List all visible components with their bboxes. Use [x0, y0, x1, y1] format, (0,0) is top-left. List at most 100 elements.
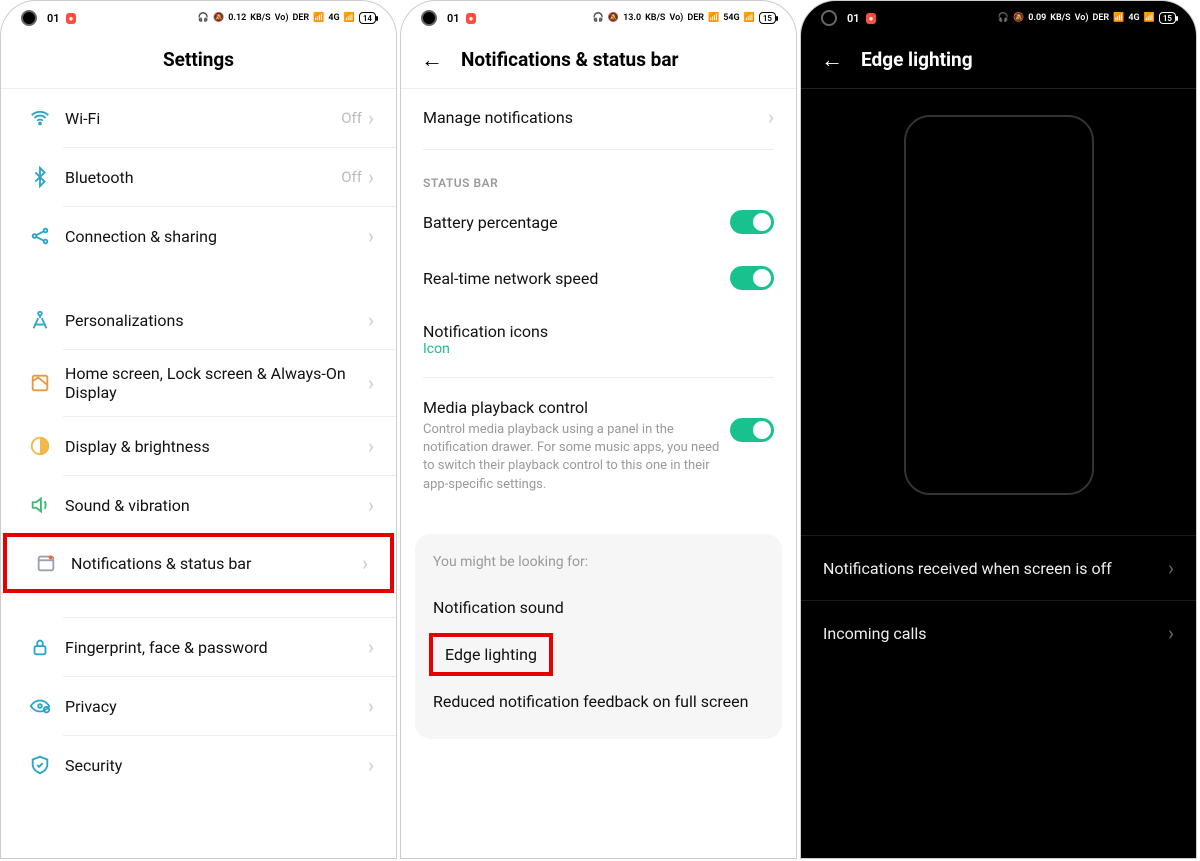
camera-hole-icon [21, 10, 37, 26]
volte1-icon: Vo) [275, 13, 289, 23]
chevron-right-icon: › [368, 753, 374, 777]
status-bar: 01 ● 🎧 🔕 0.12 KB/S Vo) DER 📶 4G 📶 14 [1, 1, 396, 31]
row-battery-percentage[interactable]: Battery percentage [401, 194, 796, 250]
signal-icon: 📶 [1113, 13, 1124, 23]
row-privacy[interactable]: Privacy › [1, 677, 396, 735]
row-label: Display & brightness [57, 437, 368, 456]
row-media-playback[interactable]: Media playback control Control media pla… [401, 382, 796, 510]
chevron-right-icon: › [368, 493, 374, 517]
settings-list: Wi-Fi Off › Bluetooth Off › Connection &… [1, 89, 396, 794]
net-speed: 0.12 [228, 13, 246, 23]
signal-type: 54G [723, 13, 739, 23]
row-label: Notifications received when screen is of… [823, 559, 1168, 578]
record-icon: ● [66, 13, 77, 24]
status-time: 01 [47, 12, 60, 25]
volte2-icon: DER [1092, 13, 1109, 23]
row-value: Off [341, 109, 362, 127]
volte2-icon: DER [687, 13, 704, 23]
section-header-statusbar: STATUS BAR [401, 154, 796, 194]
headset-icon: 🎧 [998, 13, 1009, 23]
header: Settings [1, 31, 396, 89]
share-icon [23, 225, 57, 247]
toggle-battery-pct[interactable] [730, 210, 774, 234]
back-arrow-icon[interactable]: ← [821, 47, 843, 73]
page-title: Notifications & status bar [461, 48, 679, 71]
screen-edge-lighting: 01 ● 🎧 🔕 0.09 KB/S Vo) DER 📶 4G 📶 15 ← E… [800, 0, 1197, 859]
row-personalizations[interactable]: Personalizations › [1, 291, 396, 349]
row-label: Real-time network speed [423, 269, 730, 288]
signal-icon: 📶 [313, 13, 324, 23]
signal-icon: 📶 [708, 13, 719, 23]
eye-icon [23, 695, 57, 717]
row-bluetooth[interactable]: Bluetooth Off › [1, 148, 396, 206]
lock-icon [23, 636, 57, 658]
chevron-right-icon: › [368, 224, 374, 248]
row-label: Fingerprint, face & password [57, 638, 368, 657]
row-manage-notifications[interactable]: Manage notifications › [401, 89, 796, 145]
brightness-icon [23, 435, 57, 457]
signal2-icon: 📶 [344, 13, 355, 23]
net-speed: 0.09 [1028, 13, 1046, 23]
sound-icon [23, 494, 57, 516]
row-label: Personalizations [57, 311, 368, 330]
row-notifications-statusbar[interactable]: Notifications & status bar › [3, 533, 394, 593]
headset-icon: 🎧 [593, 13, 604, 23]
status-time: 01 [847, 12, 860, 25]
back-arrow-icon[interactable]: ← [421, 47, 443, 73]
chevron-right-icon: › [362, 551, 368, 575]
battery-icon: 15 [1159, 12, 1176, 24]
volte1-icon: Vo) [669, 13, 683, 23]
row-sub: Control media playback using a panel in … [423, 421, 730, 494]
row-incoming-calls[interactable]: Incoming calls › [801, 600, 1196, 665]
row-notification-icons[interactable]: Notification icons Icon [401, 306, 796, 373]
row-fingerprint[interactable]: Fingerprint, face & password › [1, 618, 396, 676]
signal-type: 4G [328, 13, 339, 23]
row-display-brightness[interactable]: Display & brightness › [1, 417, 396, 475]
opt-reduced-feedback[interactable]: Reduced notification feedback on full sc… [433, 680, 764, 723]
row-label: Notifications & status bar [63, 554, 362, 573]
screen-settings: 01 ● 🎧 🔕 0.12 KB/S Vo) DER 📶 4G 📶 14 Set… [0, 0, 397, 859]
chevron-right-icon: › [368, 371, 374, 395]
row-sound-vibration[interactable]: Sound & vibration › [1, 476, 396, 534]
signal2-icon: 📶 [1144, 13, 1155, 23]
volte2-icon: DER [292, 13, 309, 23]
screen-notifications: 01 ● 🎧 🔕 13.0 KB/S Vo) DER 📶 54G 📶 15 ← … [400, 0, 797, 859]
row-label: Connection & sharing [57, 227, 368, 246]
card-hint: You might be looking for: [433, 554, 764, 570]
net-speed-unit: KB/S [250, 13, 270, 23]
row-label: Incoming calls [823, 624, 1168, 643]
net-speed-unit: KB/S [1050, 13, 1070, 23]
chevron-right-icon: › [368, 635, 374, 659]
row-notif-screen-off[interactable]: Notifications received when screen is of… [801, 535, 1196, 600]
camera-hole-icon [421, 10, 437, 26]
header: ← Edge lighting [801, 31, 1196, 89]
chevron-right-icon: › [1168, 556, 1174, 580]
opt-notification-sound[interactable]: Notification sound [433, 586, 764, 629]
camera-hole-icon [821, 10, 837, 26]
chevron-right-icon: › [1168, 621, 1174, 645]
row-label: Notification icons [423, 322, 774, 341]
opt-edge-lighting[interactable]: Edge lighting [429, 633, 553, 676]
row-label: Security [57, 756, 368, 775]
signal2-icon: 📶 [744, 13, 755, 23]
net-speed-unit: KB/S [645, 13, 665, 23]
row-label: Privacy [57, 697, 368, 716]
headset-icon: 🎧 [198, 13, 209, 23]
row-network-speed[interactable]: Real-time network speed [401, 250, 796, 306]
suggestions-card: You might be looking for: Notification s… [415, 534, 782, 739]
row-home-lock-aod[interactable]: Home screen, Lock screen & Always-On Dis… [1, 350, 396, 416]
chevron-right-icon: › [368, 165, 374, 189]
wifi-icon [23, 107, 57, 129]
row-connection-sharing[interactable]: Connection & sharing › [1, 207, 396, 265]
toggle-media-playback[interactable] [730, 418, 774, 442]
row-security[interactable]: Security › [1, 736, 396, 794]
chevron-right-icon: › [368, 106, 374, 130]
toggle-network-speed[interactable] [730, 266, 774, 290]
row-label: Battery percentage [423, 213, 730, 232]
chevron-right-icon: › [368, 308, 374, 332]
row-label: Home screen, Lock screen & Always-On Dis… [57, 364, 368, 402]
bluetooth-icon [23, 166, 57, 188]
status-bar: 01 ● 🎧 🔕 0.09 KB/S Vo) DER 📶 4G 📶 15 [801, 1, 1196, 31]
row-wifi[interactable]: Wi-Fi Off › [1, 89, 396, 147]
chevron-right-icon: › [368, 694, 374, 718]
